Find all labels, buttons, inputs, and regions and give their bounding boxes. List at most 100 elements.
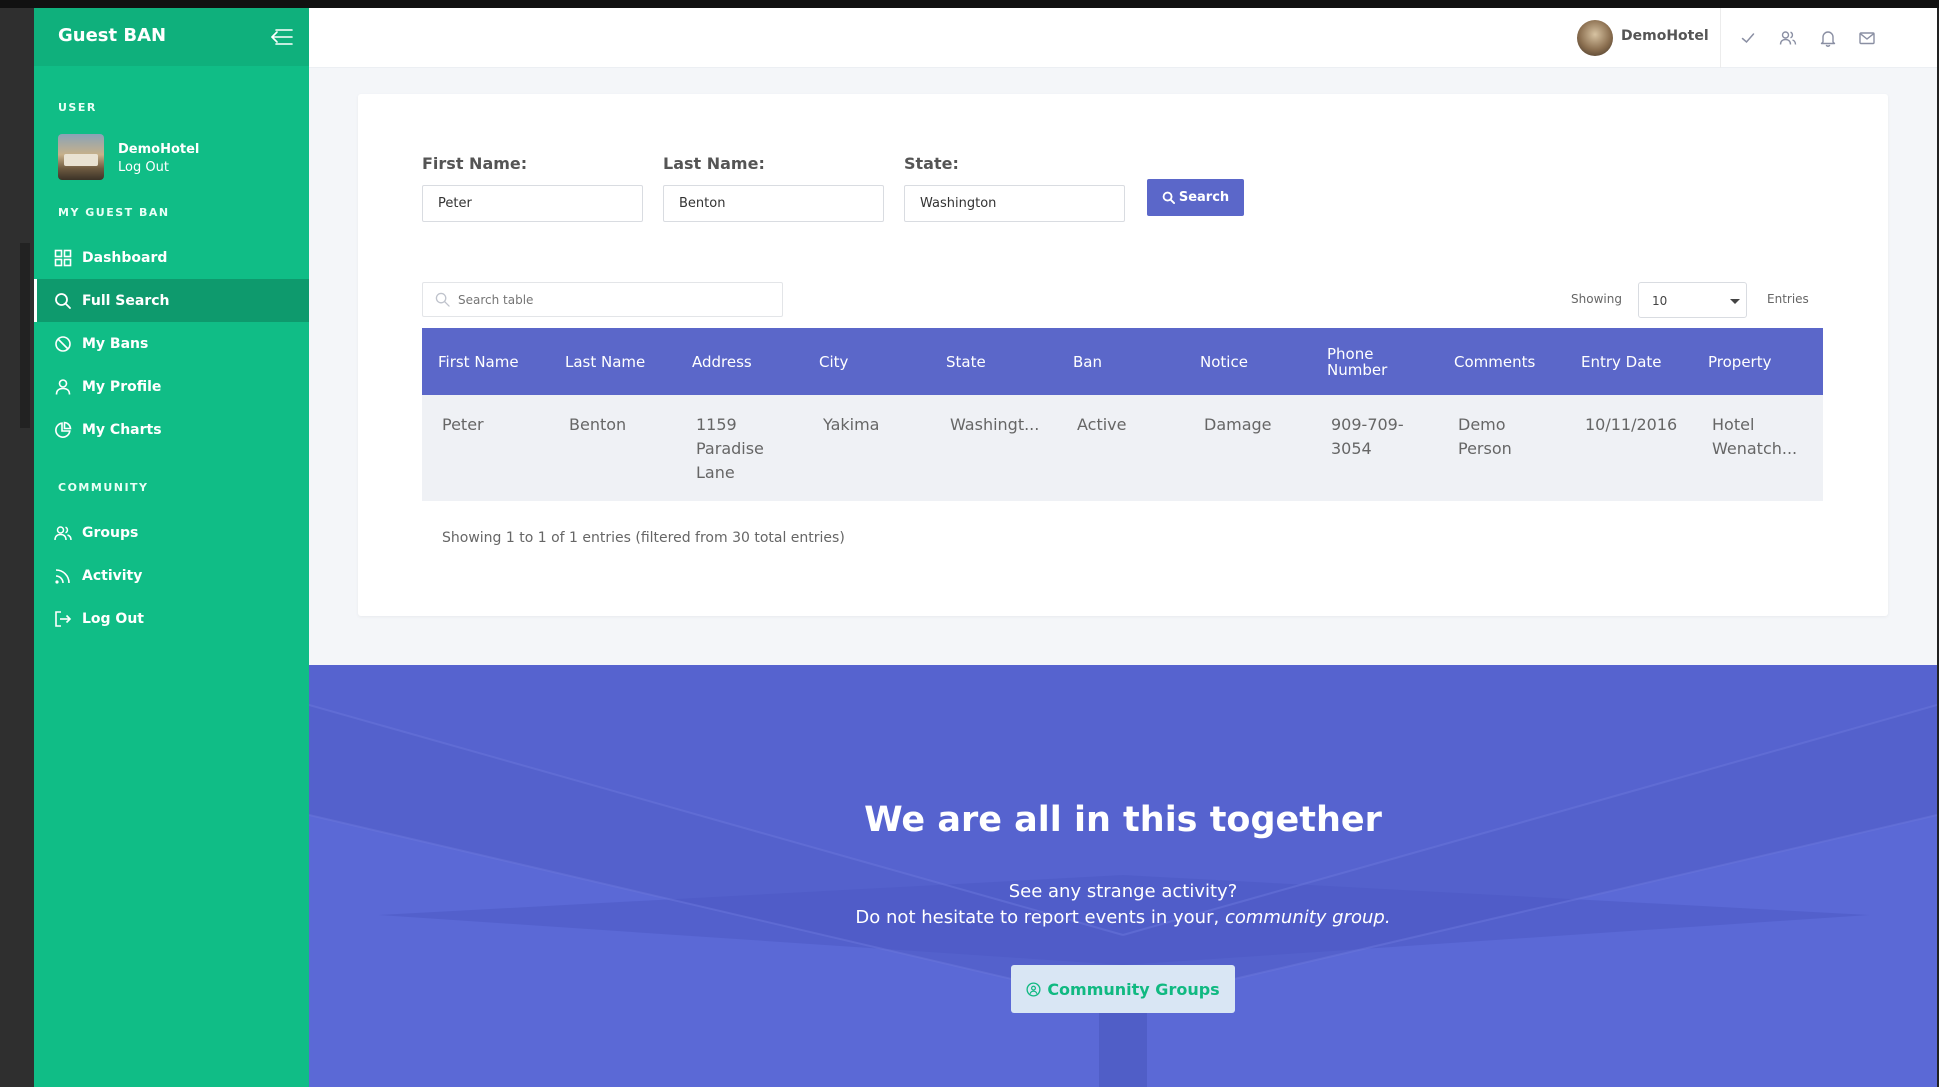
- cell-ban: Active: [1077, 415, 1127, 434]
- table-row[interactable]: Peter Benton 1159 Paradise Lane Yakima W…: [422, 395, 1823, 501]
- last-name-label: Last Name:: [663, 154, 765, 173]
- showing-label: Showing: [1571, 292, 1622, 306]
- search-icon: [1162, 191, 1175, 204]
- column-header-notice[interactable]: Notice: [1200, 328, 1296, 395]
- topbar: DemoHotel: [309, 8, 1937, 68]
- sidebar-user: DemoHotel Log Out: [58, 134, 298, 182]
- section-label-community: COMMUNITY: [58, 481, 149, 494]
- users-icon: [54, 525, 72, 540]
- sidebar: Guest BAN USER DemoHotel Log Out MY GUES…: [34, 8, 309, 1087]
- column-header-property[interactable]: Property: [1708, 328, 1808, 395]
- banner-title: We are all in this together: [864, 800, 1382, 840]
- banner-line-2: Do not hesitate to report events in your…: [309, 907, 1937, 928]
- sidebar-username[interactable]: DemoHotel: [118, 142, 199, 157]
- mail-icon[interactable]: [1858, 29, 1876, 47]
- avatar[interactable]: [1577, 20, 1613, 56]
- sidebar-item-groups[interactable]: Groups: [34, 511, 309, 554]
- column-header-state[interactable]: State: [946, 328, 1042, 395]
- column-header-city[interactable]: City: [819, 328, 915, 395]
- column-header-comments[interactable]: Comments: [1454, 328, 1554, 395]
- pie-chart-icon: [55, 421, 72, 438]
- state-input[interactable]: [904, 185, 1125, 222]
- sidebar-item-dashboard[interactable]: Dashboard: [34, 236, 309, 279]
- banner-background: [309, 665, 1937, 1087]
- topbar-divider: [1720, 8, 1721, 68]
- sidebar-item-my-profile[interactable]: My Profile: [34, 365, 309, 408]
- main-content: First Name: Last Name: State: Search Sho…: [309, 68, 1937, 665]
- rss-icon: [55, 568, 70, 584]
- table-search: [422, 282, 783, 317]
- column-header-last-name[interactable]: Last Name: [565, 328, 661, 395]
- search-button-label: Search: [1178, 190, 1230, 205]
- cell-notice: Damage: [1204, 415, 1272, 434]
- table-header: First Name Last Name Address City State …: [422, 328, 1823, 395]
- sidebar-item-label: My Profile: [82, 378, 162, 395]
- banner-line-2-text: Do not hesitate to report events in your…: [855, 907, 1225, 928]
- logout-icon: [55, 610, 72, 627]
- brand-title[interactable]: Guest BAN: [58, 25, 166, 46]
- check-icon[interactable]: [1739, 29, 1757, 47]
- section-label-user: USER: [58, 101, 97, 114]
- sidebar-item-label: Groups: [82, 524, 139, 541]
- sidebar-item-label: Activity: [82, 567, 143, 584]
- sidebar-user-logout-link[interactable]: Log Out: [118, 160, 169, 175]
- search-button[interactable]: Search: [1147, 179, 1244, 216]
- column-header-phone-number[interactable]: Phone Number: [1327, 328, 1407, 395]
- cell-address: 1159 Paradise Lane: [696, 415, 764, 482]
- entries-select[interactable]: 10: [1638, 282, 1747, 318]
- sidebar-item-label: Dashboard: [82, 249, 168, 266]
- table-search-input[interactable]: [458, 289, 758, 311]
- left-background: [0, 8, 34, 1087]
- cell-comments: Demo Person: [1458, 415, 1512, 458]
- community-banner: We are all in this together See any stra…: [309, 665, 1937, 1087]
- entries-select-value: 10: [1652, 294, 1668, 308]
- bell-icon[interactable]: [1819, 29, 1837, 47]
- cell-property: Hotel Wenatch...: [1712, 415, 1798, 458]
- column-header-entry-date[interactable]: Entry Date: [1581, 328, 1681, 395]
- table-info: Showing 1 to 1 of 1 entries (filtered fr…: [442, 530, 845, 546]
- sidebar-item-activity[interactable]: Activity: [34, 554, 309, 597]
- section-label-my-guest-ban: MY GUEST BAN: [58, 206, 170, 219]
- sidebar-item-label: Full Search: [82, 292, 170, 309]
- users-icon[interactable]: [1779, 29, 1797, 47]
- first-name-label: First Name:: [422, 154, 528, 173]
- sidebar-item-label: My Bans: [82, 335, 149, 352]
- topbar-username[interactable]: DemoHotel: [1621, 28, 1709, 44]
- banner-line-1: See any strange activity?: [1008, 881, 1238, 902]
- dashboard-icon: [54, 249, 72, 266]
- menu-collapse-icon[interactable]: [264, 26, 294, 48]
- column-header-ban[interactable]: Ban: [1073, 328, 1169, 395]
- cell-state: Washingt...: [950, 415, 1040, 434]
- column-header-address[interactable]: Address: [692, 328, 788, 395]
- sidebar-header: Guest BAN: [34, 8, 309, 66]
- search-icon: [55, 292, 71, 309]
- search-icon: [435, 292, 450, 307]
- sidebar-item-label: My Charts: [82, 421, 162, 438]
- entries-label: Entries: [1767, 292, 1809, 306]
- ban-icon: [55, 335, 71, 352]
- community-groups-button[interactable]: Community Groups: [1011, 965, 1235, 1013]
- user-icon: [55, 378, 71, 395]
- community-icon: [1026, 981, 1041, 997]
- column-header-first-name[interactable]: First Name: [438, 328, 534, 395]
- window-top-strip: [0, 0, 1939, 8]
- cell-first-name: Peter: [442, 415, 484, 434]
- search-card: First Name: Last Name: State: Search Sho…: [358, 94, 1888, 616]
- community-groups-button-label: Community Groups: [1047, 979, 1220, 999]
- cell-entry-date: 10/11/2016: [1585, 415, 1678, 434]
- last-name-input[interactable]: [663, 185, 884, 222]
- left-shade: [20, 243, 30, 428]
- cell-phone-number: 909-709-3054: [1331, 415, 1404, 458]
- cell-city: Yakima: [823, 415, 880, 434]
- chevron-down-icon: [1730, 299, 1740, 304]
- sidebar-item-label: Log Out: [82, 610, 144, 627]
- sidebar-item-my-bans[interactable]: My Bans: [34, 322, 309, 365]
- state-label: State:: [904, 154, 959, 173]
- avatar[interactable]: [58, 134, 104, 180]
- cell-last-name: Benton: [569, 415, 627, 434]
- sidebar-item-log-out[interactable]: Log Out: [34, 597, 309, 640]
- community-group-emphasis: community group.: [1224, 907, 1391, 928]
- sidebar-item-full-search[interactable]: Full Search: [34, 279, 309, 322]
- sidebar-item-my-charts[interactable]: My Charts: [34, 408, 309, 451]
- first-name-input[interactable]: [422, 185, 643, 222]
